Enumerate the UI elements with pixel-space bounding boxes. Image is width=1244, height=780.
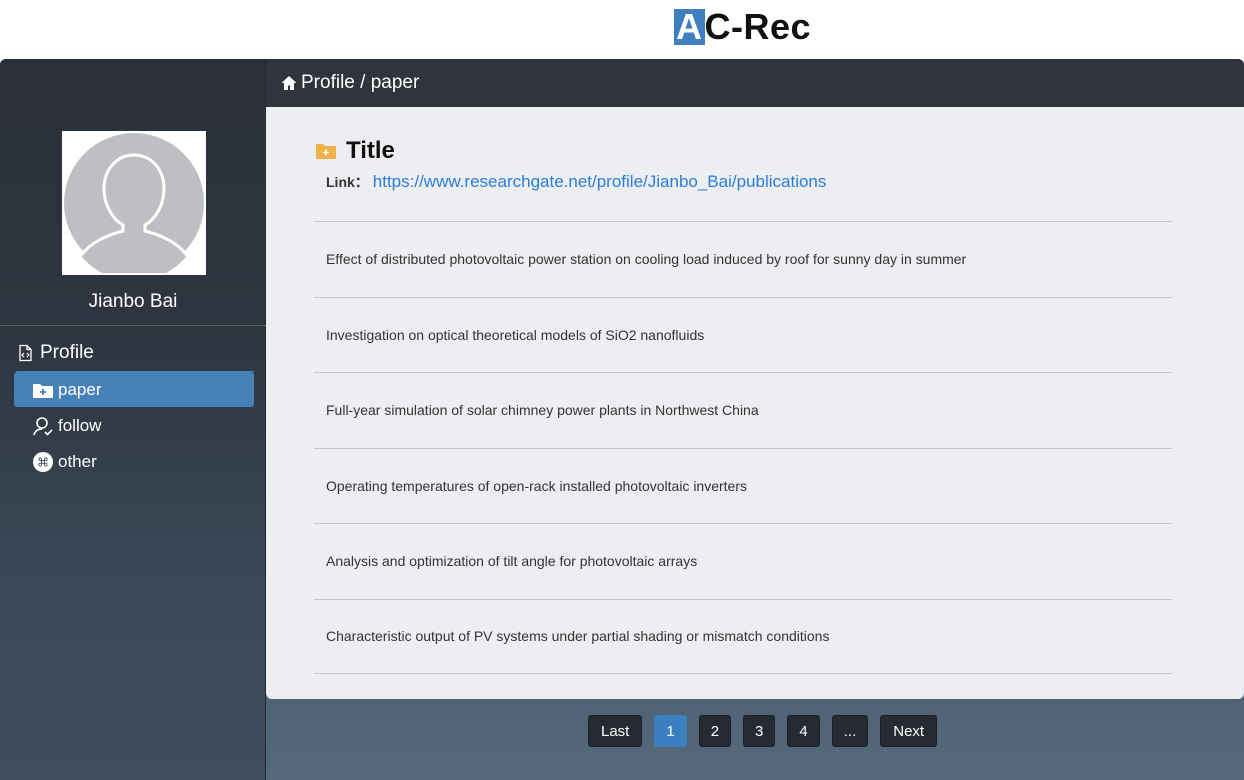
sidebar-heading-profile[interactable]: Profile [16,342,94,364]
sidebar-item-paper[interactable]: paper [14,372,254,407]
list-item[interactable]: Analysis and optimization of tilt angle … [314,523,1172,599]
app-logo[interactable]: A C-Rec [674,6,812,47]
sidebar-item-follow[interactable]: follow [14,408,254,443]
content-header: Profile / paper [266,59,1244,107]
sidebar-heading-label: Profile [40,342,94,363]
list-item[interactable]: Effect of distributed photovoltaic power… [314,221,1172,297]
panel-title: Title [316,137,395,165]
folder-plus-icon [32,379,54,401]
user-check-icon [32,415,54,437]
paper-panel: Title Link： https://www.researchgate.net… [266,107,1244,699]
pagination-page-1[interactable]: 1 [654,715,687,747]
pagination-next-button[interactable]: Next [880,715,938,747]
code-file-icon [16,344,34,362]
home-icon[interactable] [280,74,298,92]
list-item[interactable]: Operating temperatures of open-rack inst… [314,447,1172,524]
sidebar: Jianbo Bai Profile paper follow ⌘ other [0,59,266,780]
sidebar-item-label: follow [58,415,102,435]
breadcrumb: Profile / paper [301,72,420,93]
pagination-page-4[interactable]: 4 [787,715,820,747]
paper-list: Effect of distributed photovoltaic power… [314,221,1172,674]
panel-title-text: Title [346,137,395,164]
link-label: Link： [326,174,369,190]
pagination-page-2[interactable]: 2 [698,715,732,747]
pagination-page-3[interactable]: 3 [743,715,776,747]
user-name: Jianbo Bai [88,291,178,312]
avatar [62,131,206,275]
default-avatar-icon [64,133,204,273]
top-bar: A C-Rec [0,0,1244,59]
list-item[interactable]: Characteristic output of PV systems unde… [314,598,1172,674]
researchgate-link[interactable]: https://www.researchgate.net/profile/Jia… [373,172,827,192]
list-item[interactable]: Full-year simulation of solar chimney po… [314,372,1172,448]
logo-text: C-Rec [704,6,812,47]
pagination-ellipsis[interactable]: ... [831,715,869,747]
pagination: Last 1 2 3 4 ... Next [588,715,938,747]
app-container: Jianbo Bai Profile paper follow ⌘ other … [0,59,1244,780]
command-icon: ⌘ [32,451,54,473]
sidebar-item-label: paper [58,379,102,399]
svg-text:⌘: ⌘ [37,455,49,469]
pagination-last-button[interactable]: Last [588,715,643,747]
sidebar-divider [0,325,266,326]
logo-highlight-letter: A [674,6,705,47]
folder-plus-icon [316,142,336,160]
profile-link-row: Link： https://www.researchgate.net/profi… [326,172,826,192]
list-item[interactable]: Investigation on optical theoretical mod… [314,296,1172,373]
sidebar-item-other[interactable]: ⌘ other [14,444,254,479]
sidebar-item-label: other [58,451,97,471]
